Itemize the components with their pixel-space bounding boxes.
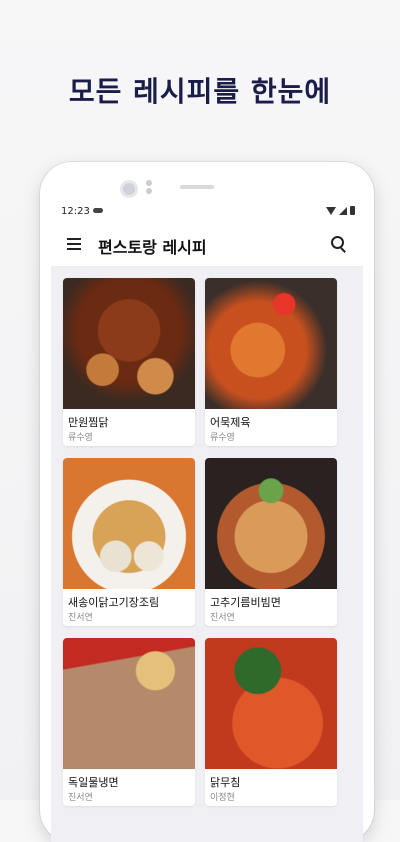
recipe-name: 만원찜닭 (68, 416, 109, 429)
app-bar: 편스토랑 레시피 (51, 222, 363, 267)
recipe-name: 독일물냉면 (68, 776, 119, 789)
recipe-photo (63, 458, 195, 589)
menu-icon[interactable] (67, 238, 81, 250)
camera-icon (120, 180, 138, 198)
recipe-photo (205, 278, 337, 409)
recipe-card[interactable]: 어묵제육 류수영 (205, 278, 337, 446)
recipe-photo (205, 638, 337, 769)
search-icon[interactable] (331, 236, 347, 253)
recipe-author: 진서연 (68, 613, 93, 623)
recipe-card[interactable]: 새송이닭고기장조림 진서연 (63, 458, 195, 626)
app-title: 편스토랑 레시피 (98, 238, 207, 257)
recipe-name: 새송이닭고기장조림 (68, 596, 160, 609)
signal-icon (339, 206, 347, 215)
recipe-photo (63, 278, 195, 409)
recipe-photo (63, 638, 195, 769)
recipe-card[interactable]: 고추기름비빔면 진서연 (205, 458, 337, 626)
phone-frame: 12:23 편스토랑 레시피 만원찜닭 류수영 어묵제육 류수영 새송이닭고기장… (40, 162, 374, 842)
recipe-author: 진서연 (210, 613, 235, 623)
status-time: 12:23 (61, 206, 90, 217)
recipe-author: 류수영 (68, 433, 93, 443)
status-icons (326, 206, 355, 215)
cloud-icon (93, 208, 103, 213)
recipe-card[interactable]: 독일물냉면 진서연 (63, 638, 195, 806)
recipe-name: 고추기름비빔면 (210, 596, 281, 609)
recipe-author: 류수영 (210, 433, 235, 443)
recipe-name: 어묵제육 (210, 416, 251, 429)
wifi-icon (326, 206, 336, 215)
phone-screen: 12:23 편스토랑 레시피 만원찜닭 류수영 어묵제육 류수영 새송이닭고기장… (51, 202, 363, 842)
sensor-icon (146, 180, 152, 194)
recipe-author: 진서연 (68, 793, 93, 803)
recipe-name: 닭무침 (210, 776, 241, 789)
battery-icon (350, 206, 355, 215)
promo-headline: 모든 레시피를 한눈에 (68, 75, 332, 108)
recipe-card[interactable]: 닭무침 이정현 (205, 638, 337, 806)
recipe-author: 이정현 (210, 793, 235, 803)
recipe-photo (205, 458, 337, 589)
recipe-grid: 만원찜닭 류수영 어묵제육 류수영 새송이닭고기장조림 진서연 고추기름비빔면 … (51, 267, 363, 842)
speaker-grille (180, 185, 214, 189)
status-bar: 12:23 (51, 202, 363, 222)
recipe-card[interactable]: 만원찜닭 류수영 (63, 278, 195, 446)
